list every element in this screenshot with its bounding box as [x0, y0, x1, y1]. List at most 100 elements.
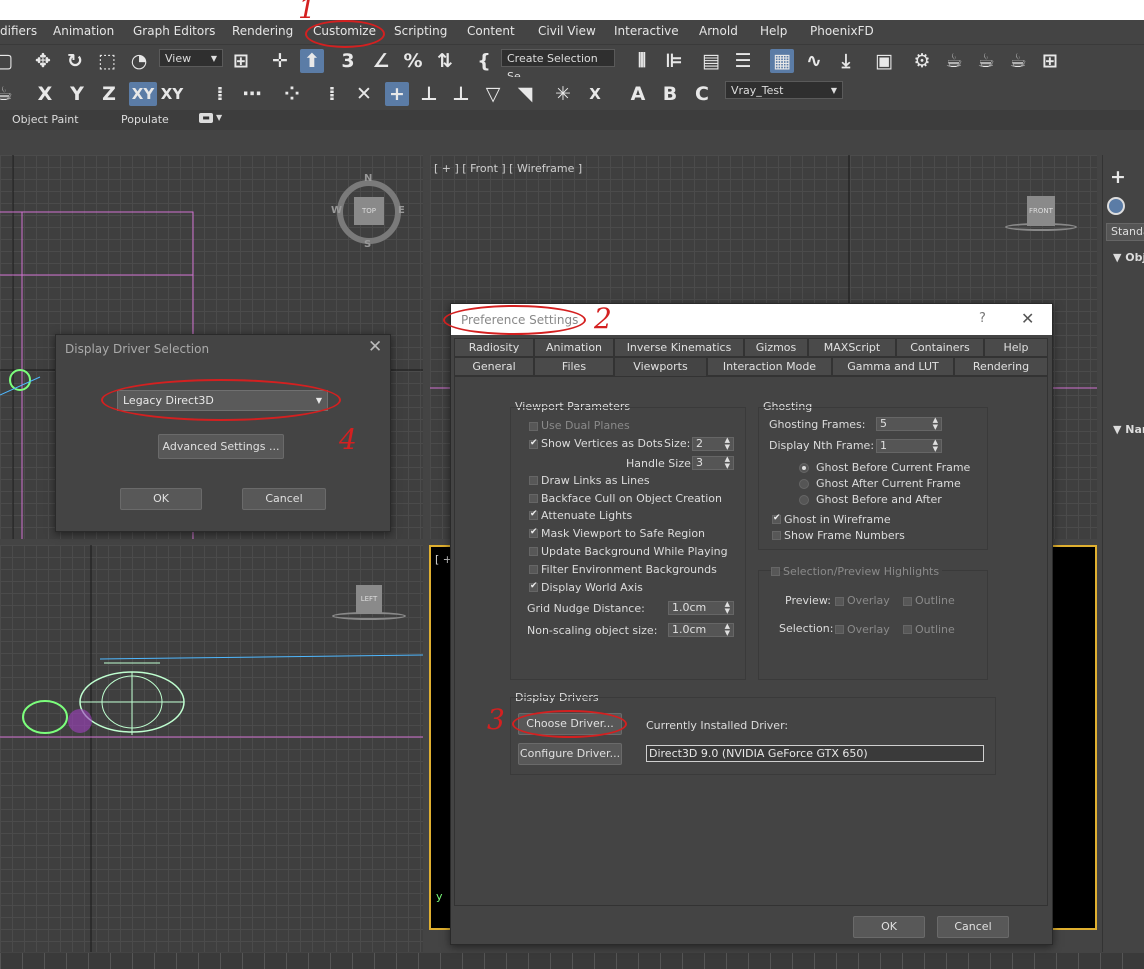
pref-ok-button[interactable]: OK: [853, 916, 925, 938]
edit-named-selection-icon[interactable]: {: [472, 49, 496, 73]
keyboard-shortcut-override-icon[interactable]: ⬆: [300, 49, 324, 73]
viewport-left[interactable]: LEFT: [0, 545, 423, 952]
ribbon-populate[interactable]: Populate: [121, 113, 169, 126]
ghost-before-radio[interactable]: [799, 463, 809, 473]
ok-button[interactable]: OK: [120, 488, 202, 510]
curve-editor-icon[interactable]: ∿: [802, 49, 826, 73]
grid-nudge-spinner[interactable]: 1.0cm ▲ ▼: [668, 601, 734, 615]
menu-help[interactable]: Help: [760, 24, 787, 38]
menu-phoenixfd[interactable]: PhoenixFD: [810, 24, 874, 38]
geometry-icon[interactable]: [1107, 197, 1125, 215]
tab-rendering[interactable]: Rendering: [954, 357, 1048, 376]
restrict-plane-cycle-button[interactable]: XY: [160, 82, 184, 106]
ghost-after-radio[interactable]: [799, 479, 809, 489]
mask-viewport-checkbox[interactable]: [529, 527, 538, 538]
toggle-ribbon-icon[interactable]: ☰: [731, 49, 755, 73]
restrict-y-button[interactable]: Y: [65, 82, 89, 106]
restrict-z-button[interactable]: Z: [97, 82, 121, 106]
advanced-settings-button[interactable]: Advanced Settings ...: [158, 434, 284, 459]
ribbon-toggle-icon[interactable]: ▬: [199, 113, 213, 123]
tab-help[interactable]: Help: [984, 338, 1048, 357]
selection-filter-icon[interactable]: ⁘: [280, 82, 304, 106]
angle-snap-icon[interactable]: ∠: [369, 49, 393, 73]
material-editor-icon[interactable]: ▣: [872, 49, 896, 73]
snap-grid-icon[interactable]: ⁞: [320, 82, 344, 106]
select-move-icon[interactable]: ✥: [31, 49, 55, 73]
size-spinner[interactable]: 2 ▲ ▼: [692, 437, 734, 451]
placement-icon[interactable]: ◔: [127, 49, 151, 73]
select-rotate-icon[interactable]: ↻: [63, 49, 87, 73]
auto-grid-icon[interactable]: ⁞: [208, 82, 232, 106]
primitive-type-dropdown[interactable]: Standa: [1106, 223, 1144, 241]
pref-cancel-button[interactable]: Cancel: [937, 916, 1009, 938]
snap-endpoint-icon[interactable]: +: [385, 82, 409, 106]
tab-radiosity[interactable]: Radiosity: [454, 338, 534, 357]
scene-explorer-icon[interactable]: ▦: [770, 49, 794, 73]
viewcube-top[interactable]: TOP: [354, 197, 384, 225]
align-to-view-icon[interactable]: ⋯: [240, 82, 264, 106]
select-scale-icon[interactable]: ⬚: [95, 49, 119, 73]
ghost-before-after-radio[interactable]: [799, 495, 809, 505]
selection-overlay-checkbox[interactable]: [835, 625, 844, 634]
snap-midpoint-icon[interactable]: ⊥: [417, 82, 441, 106]
restrict-x-button[interactable]: X: [33, 82, 57, 106]
ghosting-frames-spinner[interactable]: 5 ▲ ▼: [876, 417, 942, 431]
tab-viewports[interactable]: Viewports: [614, 357, 707, 377]
schematic-view-icon[interactable]: ⤓: [834, 49, 858, 73]
render-iterative-icon[interactable]: ☕: [1006, 49, 1030, 73]
menu-animation[interactable]: Animation: [53, 24, 114, 38]
preview-overlay-checkbox[interactable]: [835, 597, 844, 606]
layer-explorer-icon[interactable]: ▤: [699, 49, 723, 73]
filter-env-checkbox[interactable]: [529, 565, 538, 574]
menu-arnold[interactable]: Arnold: [699, 24, 738, 38]
tab-inverse-kinematics[interactable]: Inverse Kinematics: [614, 338, 744, 357]
render-b-icon[interactable]: B: [658, 82, 682, 106]
render-c-icon[interactable]: C: [690, 82, 714, 106]
menu-rendering[interactable]: Rendering: [232, 24, 293, 38]
menu-content[interactable]: Content: [467, 24, 515, 38]
preview-outline-checkbox[interactable]: [903, 597, 912, 606]
handle-size-spinner[interactable]: 3 ▲ ▼: [692, 456, 734, 470]
snap-face-icon[interactable]: ▽: [481, 82, 505, 106]
snap-pivot-icon[interactable]: ◥: [513, 82, 537, 106]
tab-files[interactable]: Files: [534, 357, 614, 376]
cancel-button[interactable]: Cancel: [242, 488, 326, 510]
align-icon[interactable]: ⊫: [662, 49, 686, 73]
name-color-rollout[interactable]: ▼ Nar: [1113, 423, 1144, 436]
tab-animation[interactable]: Animation: [534, 338, 614, 357]
render-a-icon[interactable]: A: [626, 82, 650, 106]
tab-interaction-mode[interactable]: Interaction Mode: [707, 357, 832, 376]
update-background-checkbox[interactable]: [529, 547, 538, 556]
menu-civil-view[interactable]: Civil View: [538, 24, 596, 38]
menu-scripting[interactable]: Scripting: [394, 24, 447, 38]
highlights-checkbox[interactable]: [771, 567, 780, 576]
viewcube-front[interactable]: FRONT: [1027, 196, 1055, 226]
snaps-toggle-icon[interactable]: 3: [336, 49, 360, 73]
tab-general[interactable]: General: [454, 357, 534, 376]
rendered-frame-window-icon[interactable]: ☕: [942, 49, 966, 73]
spinner-snap-icon[interactable]: ⇅: [433, 49, 457, 73]
tab-gamma-lut[interactable]: Gamma and LUT: [832, 357, 954, 376]
backface-cull-checkbox[interactable]: [529, 494, 538, 503]
viewcube-left-ring[interactable]: [332, 612, 406, 620]
snap-edge-icon[interactable]: ⊥: [449, 82, 473, 106]
snap-bounding-box-icon[interactable]: ✳: [551, 82, 575, 106]
display-nth-spinner[interactable]: 1 ▲ ▼: [876, 439, 942, 453]
tab-containers[interactable]: Containers: [896, 338, 984, 357]
ghost-in-wireframe-checkbox[interactable]: [772, 513, 781, 524]
viewcube-front-ring[interactable]: [1005, 223, 1077, 231]
use-dual-planes-checkbox[interactable]: [529, 422, 538, 431]
ribbon-object-paint[interactable]: Object Paint: [12, 113, 79, 126]
render-cloud-icon[interactable]: ⊞: [1038, 49, 1062, 73]
manipulate-icon[interactable]: ✛: [268, 49, 292, 73]
vray-preset-dropdown[interactable]: Vray_Test ▼: [725, 81, 843, 99]
ribbon-dropdown-icon[interactable]: ▼: [216, 113, 222, 122]
named-selection-sets-dropdown[interactable]: Create Selection Se: [501, 49, 615, 83]
create-tab-icon[interactable]: +: [1106, 165, 1130, 189]
show-frame-numbers-checkbox[interactable]: [772, 531, 781, 540]
menu-modifiers[interactable]: difiers: [0, 24, 37, 38]
tab-maxscript[interactable]: MAXScript: [808, 338, 896, 357]
menu-graph-editors[interactable]: Graph Editors: [133, 24, 215, 38]
time-slider-track[interactable]: [0, 953, 1144, 969]
show-vertices-checkbox[interactable]: [529, 438, 538, 449]
